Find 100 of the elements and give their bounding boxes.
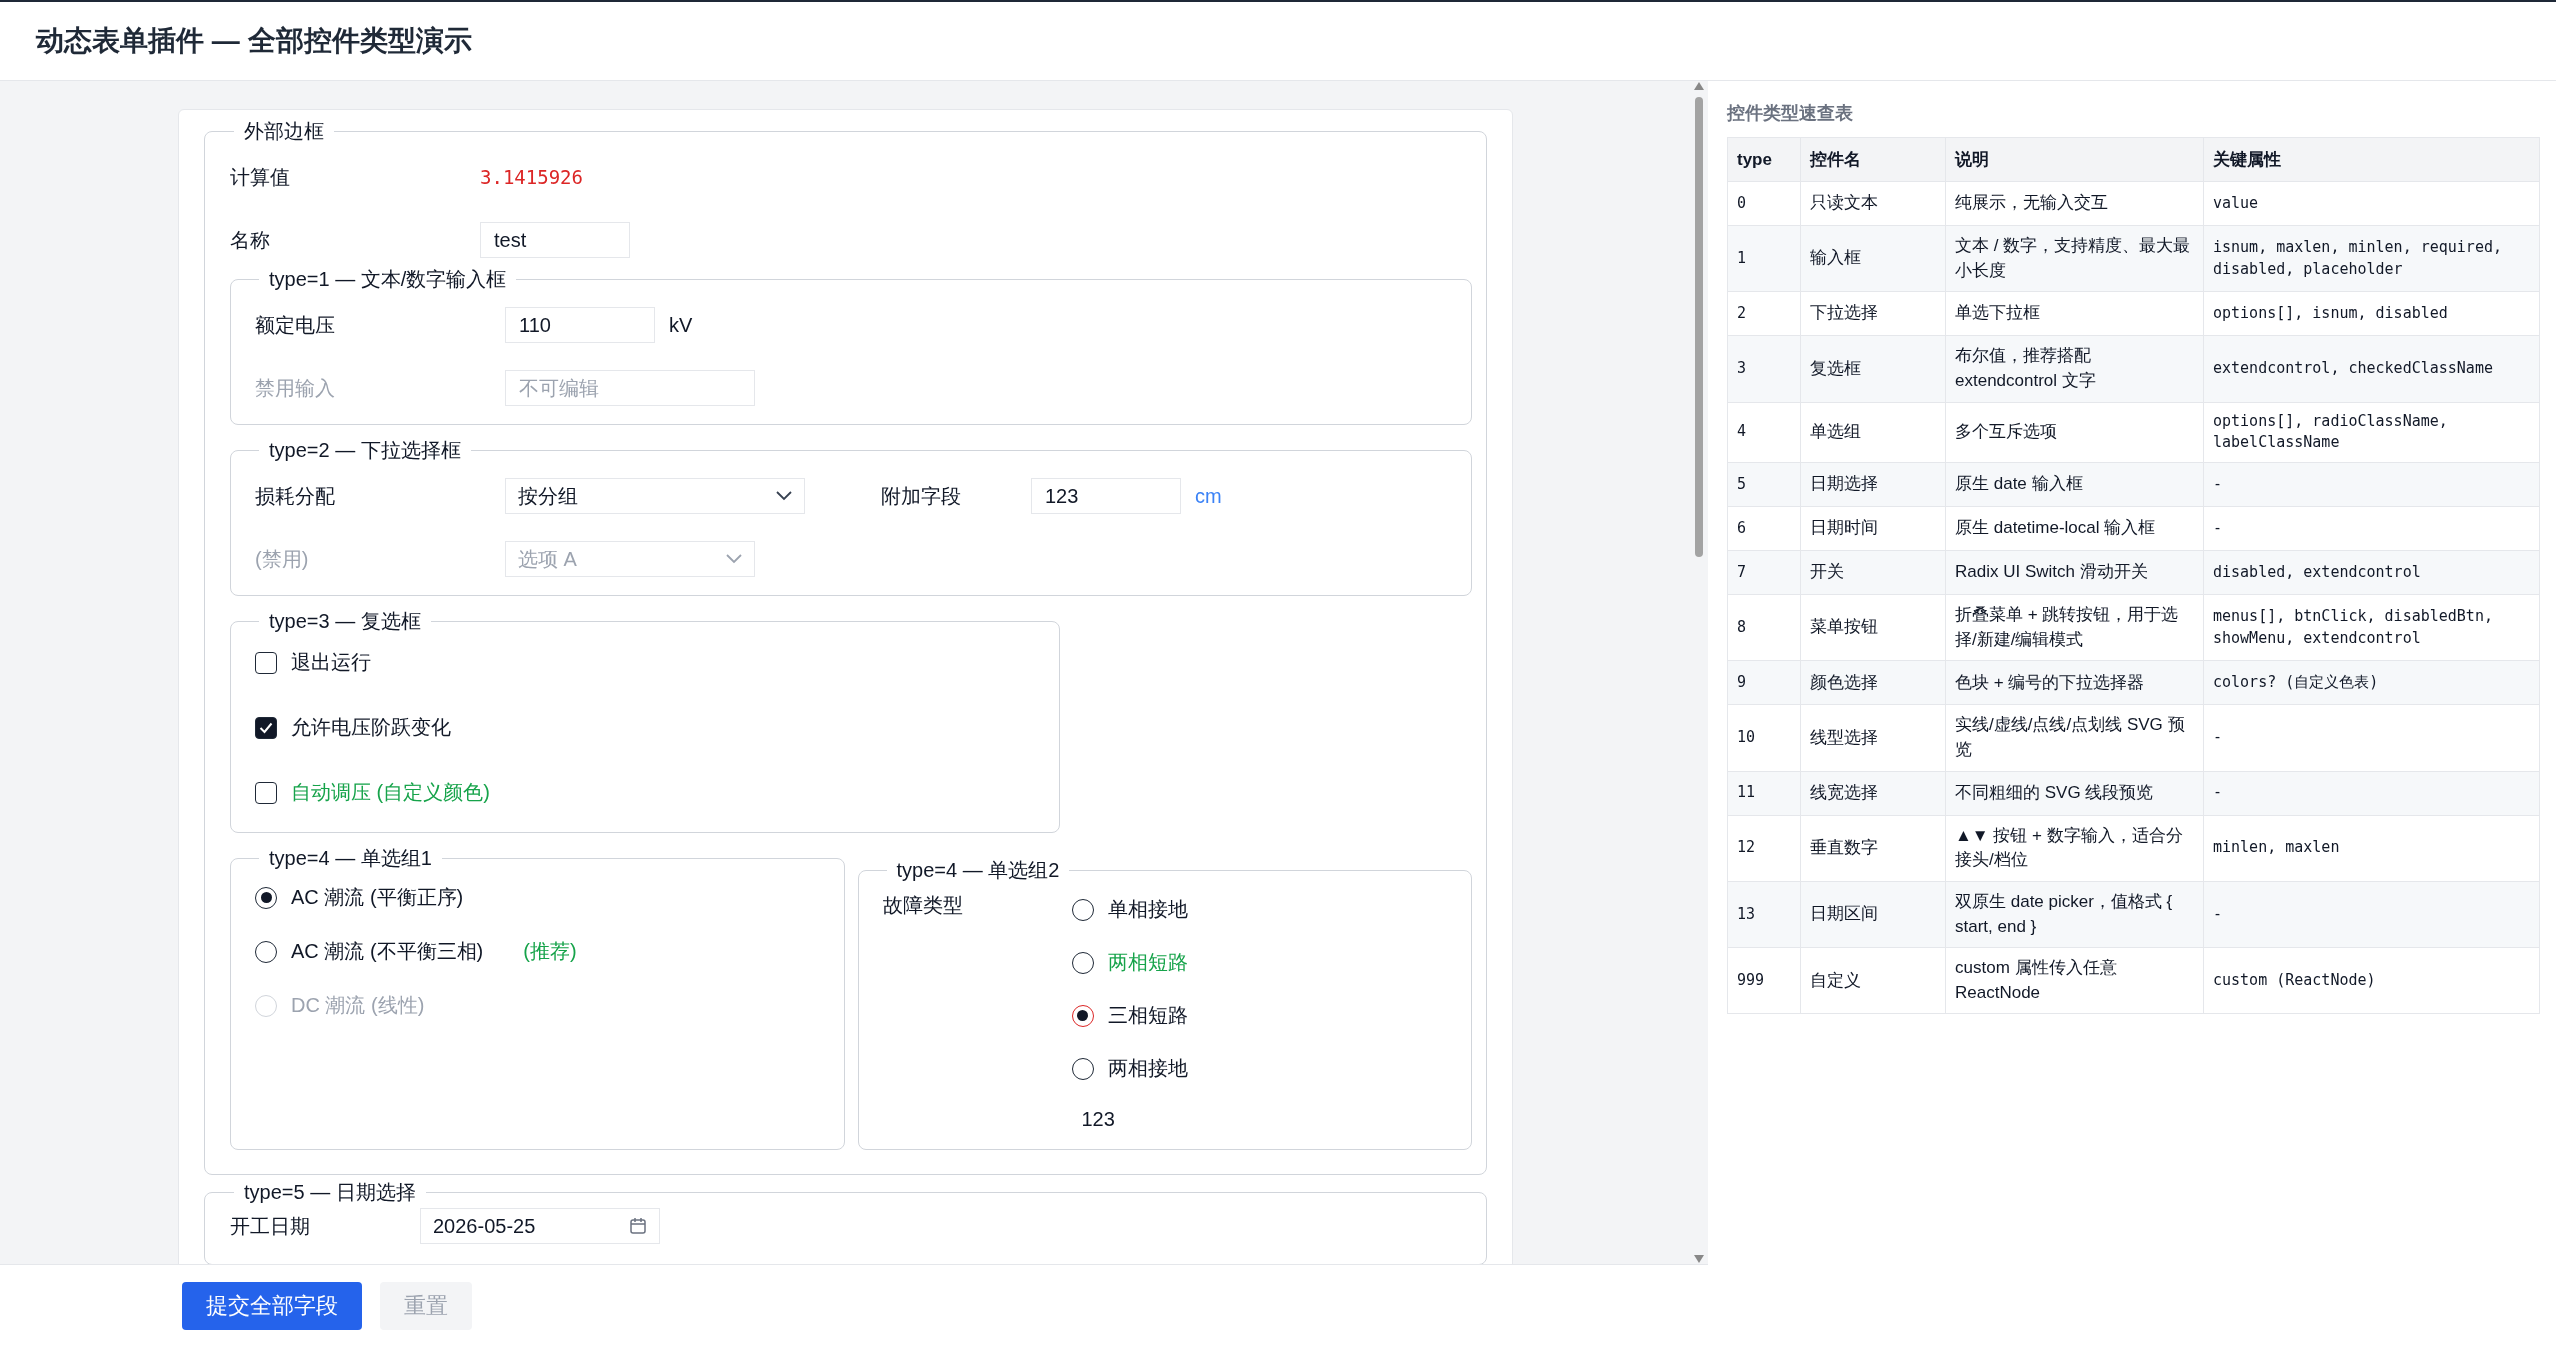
table-cell: minlen, maxlen <box>2203 815 2540 882</box>
table-cell: 输入框 <box>1800 225 1946 292</box>
table-cell: 日期区间 <box>1800 881 1946 948</box>
scrollbar-thumb[interactable] <box>1695 97 1703 557</box>
field-label: (禁用) <box>255 546 310 572</box>
checkbox-label: 自动调压 (自定义颜色) <box>291 780 490 805</box>
table-cell: value <box>2203 181 2540 226</box>
section-legend: 外部边框 <box>234 118 334 145</box>
table-cell: 线型选择 <box>1800 704 1946 772</box>
radio-label: AC 潮流 (平衡正序) <box>291 885 464 910</box>
table-cell: 垂直数字 <box>1800 815 1946 882</box>
table-cell: 单选组 <box>1800 402 1946 463</box>
table-cell: 只读文本 <box>1800 181 1946 226</box>
checkbox[interactable] <box>255 716 277 739</box>
table-cell: 双原生 date picker，值格式 { start, end } <box>1945 881 2204 948</box>
checkbox-label: 允许电压阶跃变化 <box>291 715 451 740</box>
table-cell: 实线/虚线/点线/点划线 SVG 预览 <box>1945 704 2204 772</box>
table-cell: 日期选择 <box>1800 462 1946 507</box>
radio-button[interactable] <box>255 886 277 909</box>
table-cell: options[], radioClassName, labelClassName <box>2203 402 2540 463</box>
table-cell: 色块 + 编号的下拉选择器 <box>1945 660 2204 705</box>
radio-button[interactable] <box>1071 898 1094 921</box>
radio-button[interactable] <box>1071 1004 1094 1027</box>
checkbox-label: 退出运行 <box>291 650 371 675</box>
text-input[interactable]: 110 <box>505 307 655 343</box>
column-header: 关键属性 <box>2203 137 2540 182</box>
table-cell: 1 <box>1727 225 1801 292</box>
table-cell: 13 <box>1727 881 1801 948</box>
page-title: 动态表单插件 — 全部控件类型演示 <box>36 24 472 58</box>
table-cell: custom (ReactNode) <box>2203 947 2540 1014</box>
table-cell: isnum, maxlen, minlen, required, disabled, placeholder <box>2203 225 2540 292</box>
table-cell: 10 <box>1727 704 1801 772</box>
table-cell: 7 <box>1727 550 1801 595</box>
table-cell: 颜色选择 <box>1800 660 1946 705</box>
section-legend: type=5 — 日期选择 <box>234 1179 426 1206</box>
table-cell: 纯展示，无输入交互 <box>1945 181 2204 226</box>
table-cell: extendcontrol, checkedClassName <box>2203 335 2540 403</box>
table-cell: - <box>2203 771 2540 816</box>
table-cell: 8 <box>1727 594 1801 661</box>
table-cell: ▲▼ 按钮 + 数字输入，适合分接头/档位 <box>1945 815 2204 882</box>
table-cell: colors? (自定义色表) <box>2203 660 2540 705</box>
radio-footer-text: 123 <box>1081 1108 1116 1131</box>
field-label: 损耗分配 <box>255 483 336 509</box>
field-label: 附加字段 <box>881 483 962 509</box>
table-cell: Radix UI Switch 滑动开关 <box>1945 550 2204 595</box>
column-header: 控件名 <box>1800 137 1946 182</box>
section-legend: type=1 — 文本/数字输入框 <box>259 266 517 293</box>
table-cell: - <box>2203 704 2540 772</box>
radio-label: DC 潮流 (线性) <box>291 993 425 1018</box>
field-label: 故障类型 <box>882 893 964 918</box>
check-icon <box>259 721 273 734</box>
radio-label: AC 潮流 (不平衡三相) <box>291 939 484 964</box>
radio-button[interactable] <box>255 940 277 963</box>
section-legend: type=2 — 下拉选择框 <box>259 437 471 464</box>
table-cell: 菜单按钮 <box>1800 594 1946 661</box>
unit-label: cm <box>1195 484 1222 508</box>
computed-value: 3.1415926 <box>480 166 583 188</box>
field-label: 额定电压 <box>255 312 336 338</box>
submit-button[interactable]: 提交全部字段 <box>182 1281 362 1330</box>
name-input[interactable]: test <box>480 222 630 258</box>
table-cell: - <box>2203 881 2540 948</box>
table-cell: 5 <box>1727 462 1801 507</box>
checkbox[interactable] <box>255 781 277 804</box>
table-cell: custom 属性传入任意 ReactNode <box>1945 947 2204 1014</box>
field-label: 计算值 <box>230 164 291 190</box>
table-cell: 复选框 <box>1800 335 1946 403</box>
table-cell: 折叠菜单 + 跳转按钮，用于选择/新建/编辑模式 <box>1945 594 2204 661</box>
radio-label: 单相接地 <box>1107 897 1188 922</box>
table-cell: 4 <box>1727 402 1801 463</box>
date-field[interactable]: 2026-05-25 <box>420 1208 660 1244</box>
table-cell: 6 <box>1727 506 1801 551</box>
table-cell: options[], isnum, disabled <box>2203 291 2540 336</box>
select-field[interactable]: 按分组 <box>505 478 805 514</box>
table-cell: 线宽选择 <box>1800 771 1946 816</box>
radio-label: 三相短路 <box>1107 1003 1188 1028</box>
table-cell: 开关 <box>1800 550 1946 595</box>
table-cell: 12 <box>1727 815 1801 882</box>
checkbox[interactable] <box>255 651 277 674</box>
table-cell: - <box>2203 462 2540 507</box>
radio-button[interactable] <box>1071 1057 1094 1080</box>
table-cell: 布尔值，推荐搭配 extendcontrol 文字 <box>1945 335 2204 403</box>
section-legend: type=4 — 单选组2 <box>886 857 1070 884</box>
table-cell: 文本 / 数字，支持精度、最大最小长度 <box>1945 225 2204 292</box>
table-cell: 不同粗细的 SVG 线段预览 <box>1945 771 2204 816</box>
table-cell: 原生 date 输入框 <box>1945 462 2204 507</box>
table-cell: 日期时间 <box>1800 506 1946 551</box>
table-cell: menus[], btnClick, disabledBtn, showMenu, extendcontrol <box>2203 594 2540 661</box>
table-cell: disabled, extendcontrol <box>2203 550 2540 595</box>
text-input[interactable]: 123 <box>1031 478 1181 514</box>
chevron-icon <box>776 491 792 501</box>
table-cell: 9 <box>1727 660 1801 705</box>
unit-label: kV <box>669 313 693 337</box>
calendar-icon <box>629 1217 647 1235</box>
radio-button[interactable] <box>1071 951 1094 974</box>
table-cell: - <box>2203 506 2540 551</box>
section-legend: type=3 — 复选框 <box>259 608 431 635</box>
radio-label: 两相接地 <box>1107 1056 1188 1081</box>
scroll-up-icon[interactable] <box>1693 81 1705 91</box>
section-legend: type=4 — 单选组1 <box>259 845 442 872</box>
table-cell: 单选下拉框 <box>1945 291 2204 336</box>
